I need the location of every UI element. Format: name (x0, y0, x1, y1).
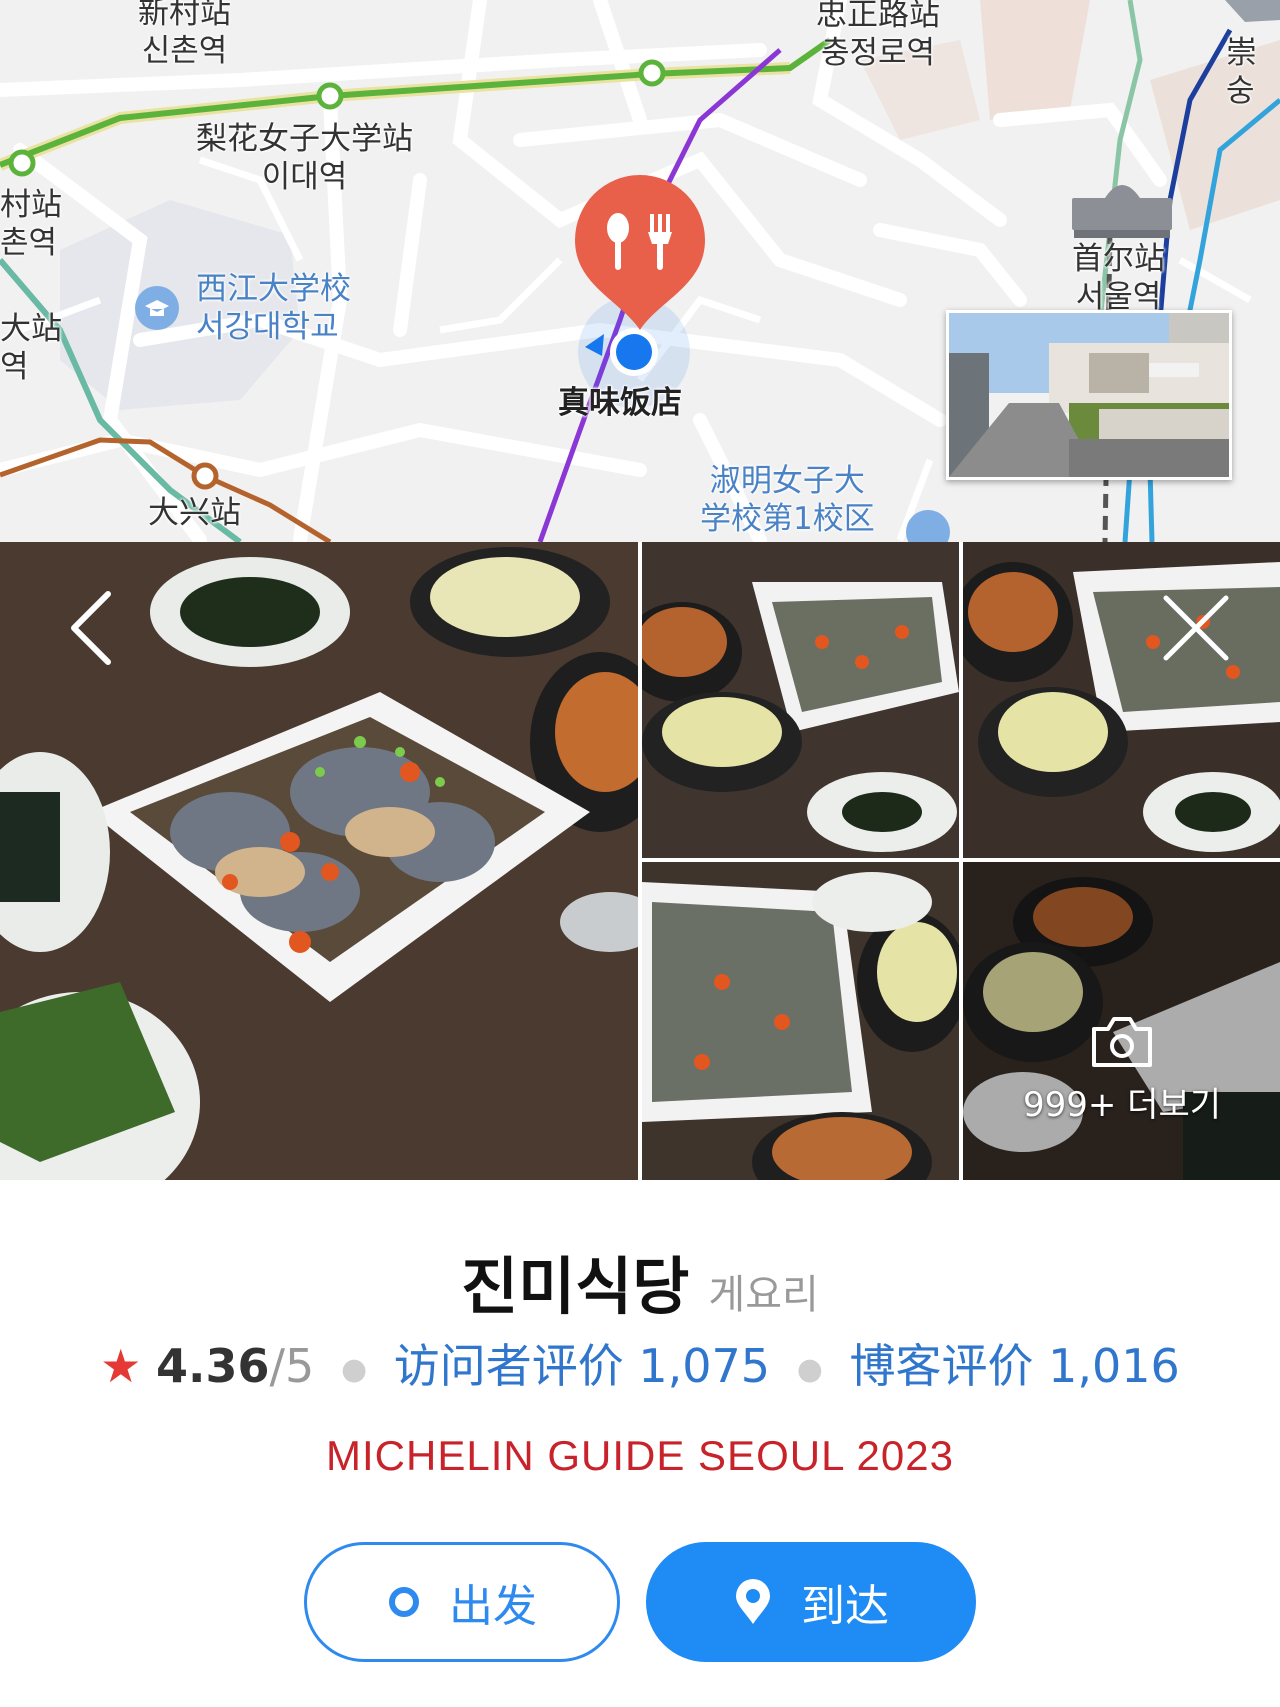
place-info-panel: 진미식당 게요리 ★ 4.36/5 ● 访问者评价 1,075 ● 博客评价 1… (0, 1180, 1280, 1707)
poi-name-line1: 淑明女子大 (709, 463, 865, 499)
station-name-cn: 村站 (0, 187, 62, 223)
place-title-row: 진미식당 게요리 (0, 1236, 1280, 1326)
station-name-kr: 충정로역 (820, 35, 936, 71)
crab-dish-photo (642, 542, 959, 858)
chevron-left-icon (71, 591, 111, 665)
map-label-sinchon-station[interactable]: 新村站 신촌역 (138, 0, 231, 70)
station-name-cn: 梨花女子大学站 (196, 121, 413, 157)
station-name-kr: 신촌역 (141, 33, 228, 69)
depart-button[interactable]: 出发 (304, 1542, 620, 1662)
street-view-image (949, 313, 1229, 477)
rating-score: 4.36 (156, 1339, 270, 1393)
crab-dish-photo (642, 862, 959, 1180)
rating-row: ★ 4.36/5 ● 访问者评价 1,075 ● 博客评价 1,016 (0, 1330, 1280, 1396)
station-name-cn: 大兴站 (148, 495, 241, 531)
michelin-award: MICHELIN GUIDE SEOUL 2023 (326, 1432, 954, 1479)
close-icon (1163, 595, 1229, 661)
photo-thumb-3[interactable] (642, 862, 959, 1180)
map-label-left-station[interactable]: 大站 역 (0, 310, 62, 386)
station-name-kr: 이대역 (261, 159, 348, 195)
depart-label: 出发 (449, 1581, 537, 1632)
separator-dot: ● (340, 1352, 368, 1387)
poi-name-kr: 숭 (1226, 73, 1255, 109)
map-label-daeheung-station[interactable]: 大兴站 (148, 494, 241, 532)
back-button[interactable] (62, 588, 122, 672)
station-name-cn: 忠正路站 (816, 0, 940, 33)
map-label-sungnyemun[interactable]: 崇 숭 (1226, 34, 1257, 110)
restaurant-marker[interactable] (575, 175, 705, 330)
visitor-reviews-link[interactable]: 访问者评价 1,075 (394, 1339, 770, 1393)
map-label-seoul-station[interactable]: 首尔站 서울역 (1072, 240, 1165, 316)
separator-dot: ● (796, 1352, 823, 1387)
close-button[interactable] (1156, 588, 1236, 672)
poi-name-kr: 서강대학교 (196, 309, 339, 345)
restaurant-marker-label[interactable]: 真味饭店 (558, 384, 682, 422)
poi-name-cn: 崇 (1226, 35, 1257, 71)
station-name-cn: 首尔站 (1072, 241, 1165, 277)
blog-reviews-link[interactable]: 博客评价 1,016 (850, 1339, 1180, 1393)
more-photos-button[interactable]: 999+ 더보기 (964, 960, 1280, 1180)
photo-thumb-1[interactable] (642, 542, 959, 858)
place-name: 진미식당 (461, 1250, 690, 1323)
map-label-sinchon-station-2[interactable]: 村站 촌역 (0, 186, 62, 262)
map-view[interactable]: 新村站 신촌역 梨花女子大学站 이대역 村站 촌역 西江大学校 서강대학교 大站… (0, 0, 1280, 542)
station-name-kr: 역 (0, 349, 29, 385)
more-photos-label: 999+ 더보기 (1022, 1084, 1222, 1125)
map-label-ewha-station[interactable]: 梨花女子大学站 이대역 (196, 120, 413, 196)
star-icon: ★ (100, 1339, 142, 1393)
poi-name-line2: 学校第1校区 (700, 501, 875, 537)
place-category: 게요리 (708, 1272, 819, 1318)
map-label-chungjeongno-station[interactable]: 忠正路站 충정로역 (816, 0, 940, 72)
rating-max: /5 (269, 1339, 315, 1393)
origin-dot-icon (387, 1585, 421, 1619)
arrive-label: 到达 (801, 1581, 889, 1632)
station-name-kr: 촌역 (0, 225, 58, 261)
camera-icon (1092, 1016, 1152, 1067)
arrive-button[interactable]: 到达 (646, 1542, 976, 1662)
location-pin-icon (733, 1578, 773, 1626)
map-label-sookmyung-university[interactable]: 淑明女子大 学校第1校区 (700, 462, 875, 538)
station-name-cn: 新村站 (138, 0, 231, 31)
poi-name-cn: 西江大学校 (196, 271, 351, 307)
station-name-cn: 大站 (0, 311, 62, 347)
street-view-thumbnail[interactable] (946, 310, 1232, 480)
map-label-sogang-university[interactable]: 西江大学校 서강대학교 (196, 270, 351, 346)
